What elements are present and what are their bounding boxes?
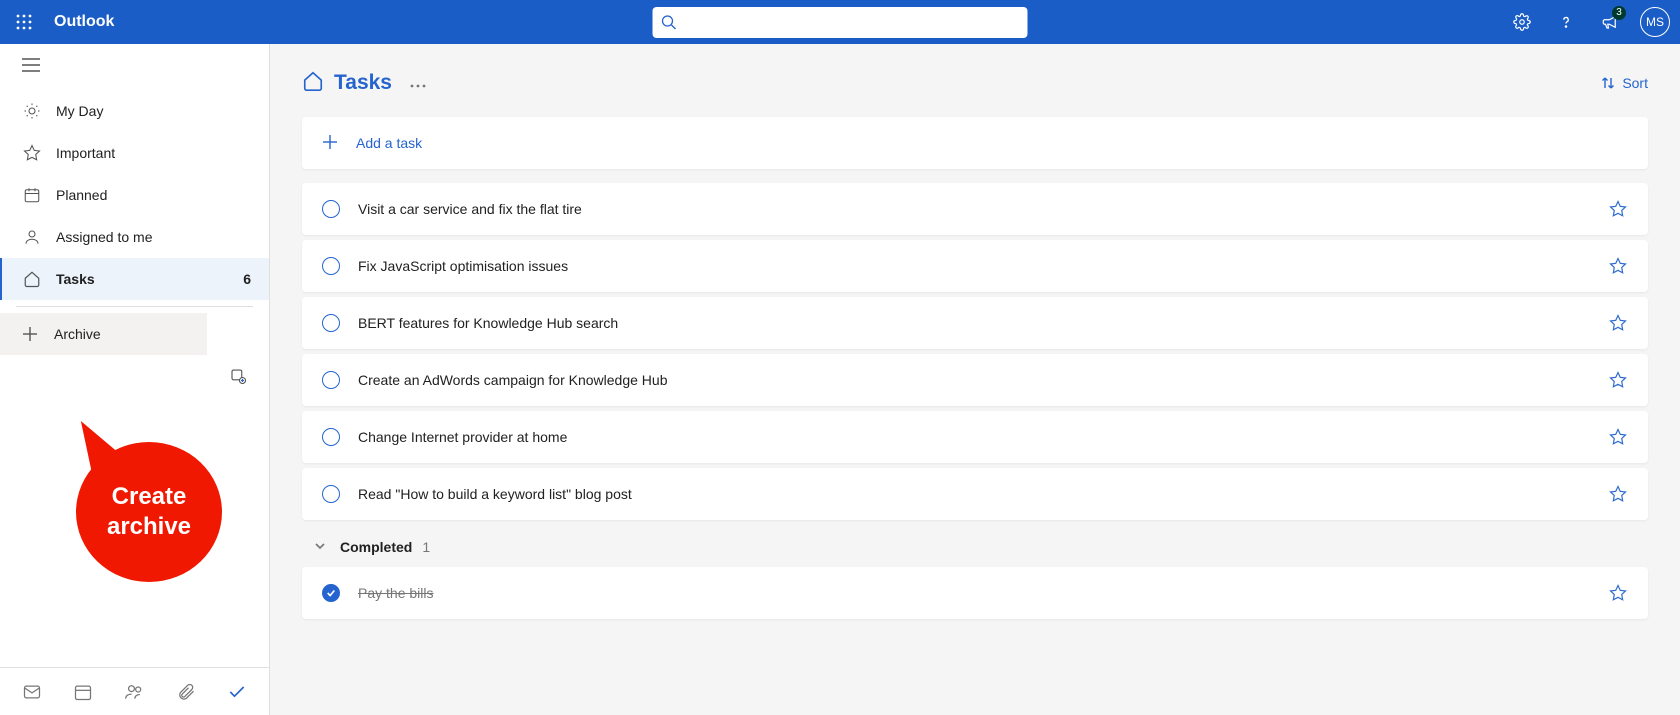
new-list-input[interactable] <box>52 325 237 343</box>
task-row[interactable]: Visit a car service and fix the flat tir… <box>302 183 1648 235</box>
mail-icon <box>22 682 42 702</box>
main-content: Tasks Sort Add a task Visit a car servic… <box>270 44 1680 715</box>
task-star-button[interactable] <box>1608 313 1628 333</box>
new-group-icon <box>229 367 247 385</box>
task-complete-toggle[interactable] <box>322 485 340 503</box>
task-row[interactable]: Create an AdWords campaign for Knowledge… <box>302 354 1648 406</box>
task-star-button[interactable] <box>1608 427 1628 447</box>
task-row[interactable]: Fix JavaScript optimisation issues <box>302 240 1648 292</box>
task-complete-toggle[interactable] <box>322 257 340 275</box>
mail-app-button[interactable] <box>10 670 54 714</box>
list-header: Tasks Sort <box>302 70 1648 95</box>
search-container <box>653 7 1028 38</box>
sidebar-item-myday[interactable]: My Day <box>0 90 269 132</box>
home-icon <box>22 269 42 289</box>
app-launcher-button[interactable] <box>0 0 48 44</box>
sidebar-item-assigned[interactable]: Assigned to me <box>0 216 269 258</box>
task-title: Read "How to build a keyword list" blog … <box>358 486 1608 502</box>
completed-count: 1 <box>422 539 430 555</box>
task-complete-toggle[interactable] <box>322 200 340 218</box>
brand-label: Outlook <box>54 13 114 31</box>
calendar-app-button[interactable] <box>61 670 105 714</box>
task-title: Fix JavaScript optimisation issues <box>358 258 1608 274</box>
question-icon <box>1557 13 1575 31</box>
sidebar-item-label: Important <box>56 145 251 161</box>
task-star-button[interactable] <box>1608 199 1628 219</box>
task-title: Create an AdWords campaign for Knowledge… <box>358 372 1608 388</box>
chevron-down-icon <box>314 539 326 555</box>
more-icon <box>410 84 426 88</box>
waffle-icon <box>16 14 32 30</box>
task-title: Change Internet provider at home <box>358 429 1608 445</box>
sidebar-toggle-button[interactable] <box>0 44 269 86</box>
completed-section-toggle[interactable]: Completed 1 <box>302 525 1648 567</box>
home-icon <box>302 70 324 95</box>
app-header: Outlook 3 MS <box>0 0 1680 44</box>
add-task-placeholder: Add a task <box>356 135 422 151</box>
announcements-button[interactable]: 3 <box>1590 0 1630 44</box>
sun-icon <box>22 101 42 121</box>
annotation-callout: Create archive <box>76 442 222 582</box>
files-app-button[interactable] <box>164 670 208 714</box>
calendar-icon <box>22 185 42 205</box>
sidebar-item-important[interactable]: Important <box>0 132 269 174</box>
sidebar-item-tasks[interactable]: Tasks 6 <box>0 258 269 300</box>
task-title: Pay the bills <box>358 585 1608 601</box>
sidebar-item-label: Planned <box>56 187 251 203</box>
annotation-text: Create archive <box>107 482 191 542</box>
calendar-icon <box>73 682 93 702</box>
person-icon <box>22 227 42 247</box>
task-star-button[interactable] <box>1608 370 1628 390</box>
task-row[interactable]: Change Internet provider at home <box>302 411 1648 463</box>
new-group-button[interactable] <box>207 355 269 397</box>
task-row[interactable]: Pay the bills <box>302 567 1648 619</box>
sidebar-item-label: Tasks <box>56 271 243 287</box>
check-icon <box>227 682 247 702</box>
sidebar-item-count: 6 <box>243 271 251 287</box>
sidebar-item-label: Assigned to me <box>56 229 251 245</box>
new-list-input-row[interactable] <box>0 313 207 355</box>
people-icon <box>124 682 144 702</box>
sidebar-divider <box>16 306 253 307</box>
sidebar: My Day Important Planned Assigned to me <box>0 44 270 715</box>
search-input[interactable] <box>685 13 1020 31</box>
sidebar-item-label: My Day <box>56 103 251 119</box>
notification-badge: 3 <box>1612 6 1626 20</box>
header-actions: 3 MS <box>1502 0 1670 44</box>
avatar[interactable]: MS <box>1640 7 1670 37</box>
task-star-button[interactable] <box>1608 583 1628 603</box>
completed-label: Completed <box>340 539 412 555</box>
task-complete-toggle[interactable] <box>322 428 340 446</box>
app-switcher <box>0 667 269 715</box>
sidebar-item-planned[interactable]: Planned <box>0 174 269 216</box>
attachment-icon <box>176 682 196 702</box>
hamburger-icon <box>22 58 40 72</box>
star-icon <box>22 143 42 163</box>
gear-icon <box>1513 13 1531 31</box>
sort-icon <box>1600 75 1616 91</box>
task-row[interactable]: BERT features for Knowledge Hub search <box>302 297 1648 349</box>
task-star-button[interactable] <box>1608 256 1628 276</box>
search-box[interactable] <box>653 7 1028 38</box>
add-task-input[interactable]: Add a task <box>302 117 1648 169</box>
settings-button[interactable] <box>1502 0 1542 44</box>
task-complete-toggle[interactable] <box>322 584 340 602</box>
task-row[interactable]: Read "How to build a keyword list" blog … <box>302 468 1648 520</box>
people-app-button[interactable] <box>112 670 156 714</box>
list-options-button[interactable] <box>406 71 430 95</box>
list-title: Tasks <box>334 71 392 95</box>
sort-button[interactable]: Sort <box>1600 75 1648 91</box>
todo-app-button[interactable] <box>215 670 259 714</box>
search-icon <box>661 14 677 30</box>
task-complete-toggle[interactable] <box>322 314 340 332</box>
task-star-button[interactable] <box>1608 484 1628 504</box>
plus-icon <box>22 324 38 344</box>
task-title: Visit a car service and fix the flat tir… <box>358 201 1608 217</box>
help-button[interactable] <box>1546 0 1586 44</box>
task-title: BERT features for Knowledge Hub search <box>358 315 1608 331</box>
plus-icon <box>322 134 338 153</box>
nav-list: My Day Important Planned Assigned to me <box>0 86 269 300</box>
task-complete-toggle[interactable] <box>322 371 340 389</box>
sort-label: Sort <box>1622 75 1648 91</box>
